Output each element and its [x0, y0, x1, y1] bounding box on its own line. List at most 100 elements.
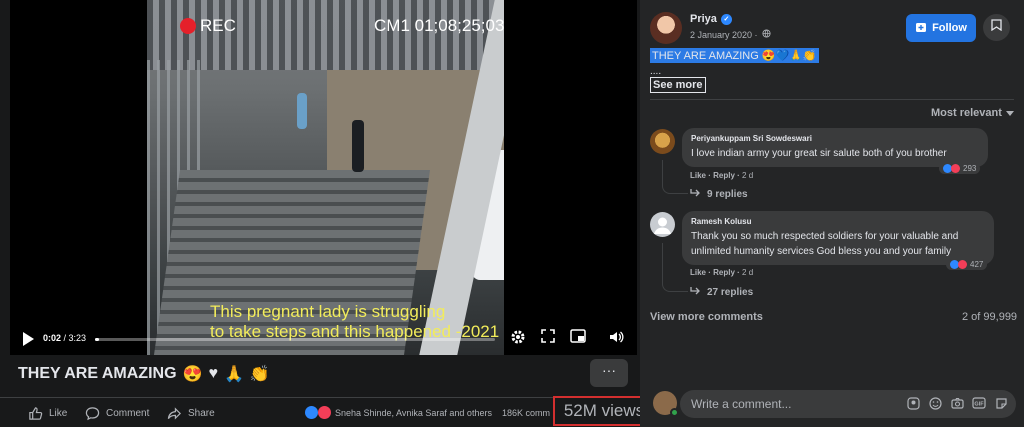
commenter-avatar[interactable]	[650, 129, 675, 154]
comment-like-link[interactable]: Like	[690, 171, 706, 180]
comment-reactions[interactable]: 427	[946, 259, 988, 270]
commenter-avatar-default[interactable]	[650, 212, 675, 237]
video-column: REC CM1 01;08;25;03 This pregnant lady i…	[0, 0, 655, 427]
comment-age[interactable]: 2 d	[742, 268, 753, 277]
video-person-soldier	[352, 120, 364, 172]
share-label: Share	[188, 408, 215, 419]
camera-icon[interactable]	[950, 397, 964, 411]
duration: / 3:23	[63, 333, 87, 343]
comment-reply-link[interactable]: Reply	[713, 171, 735, 180]
folded-hands-emoji-icon: 🙏	[223, 366, 244, 383]
chevron-down-icon	[1005, 110, 1014, 116]
divider	[650, 99, 1014, 100]
white-heart-emoji-icon: ♥	[208, 365, 218, 382]
author-name-row: Priya ✓	[690, 13, 732, 25]
sticker-icon[interactable]	[994, 397, 1008, 411]
comment-reply-link[interactable]: Reply	[713, 268, 735, 277]
share-button[interactable]: Share	[167, 406, 215, 421]
comment-meta: Like · Reply · 2 d	[690, 171, 754, 180]
comments-count[interactable]: 186K comm	[502, 408, 550, 418]
subtitle-line-1: This pregnant lady is struggling	[210, 302, 446, 321]
like-reaction-icon	[305, 406, 318, 419]
caption-ellipsis: ....	[650, 66, 662, 77]
sort-label: Most relevant	[931, 107, 1002, 119]
comment-button[interactable]: Comment	[85, 406, 149, 421]
video-person-woman	[297, 93, 307, 129]
like-button[interactable]: Like	[28, 406, 67, 421]
comment-like-link[interactable]: Like	[690, 268, 706, 277]
svg-text:GIF: GIF	[974, 402, 984, 408]
rec-dot-icon	[180, 18, 196, 34]
gif-icon[interactable]: GIF	[972, 397, 986, 411]
reply-arrow-icon	[690, 188, 701, 200]
thread-line	[662, 243, 688, 292]
thread-line	[662, 160, 688, 194]
replies-label: 9 replies	[707, 188, 748, 200]
emoji-icon[interactable]	[928, 397, 942, 411]
more-options-button[interactable]: ···	[590, 359, 628, 387]
settings-icon[interactable]	[508, 329, 528, 349]
globe-icon	[761, 29, 771, 40]
comment-text-line-2: unlimited humanity services God bless yo…	[691, 246, 952, 257]
progress-bar[interactable]	[95, 338, 495, 341]
video-controls: 0:02 / 3:23	[10, 326, 637, 355]
author-name[interactable]: Priya	[690, 13, 717, 25]
reactions-summary[interactable]: Sneha Shinde, Avnika Saraf and others 18…	[305, 406, 550, 419]
love-reaction-icon	[958, 260, 967, 269]
comment-bubble-icon	[85, 407, 100, 421]
reactors-text: Sneha Shinde, Avnika Saraf and others	[335, 407, 492, 418]
see-more-link[interactable]: See more	[650, 77, 706, 93]
reply-arrow-icon	[690, 286, 701, 298]
miniplayer-icon[interactable]	[568, 329, 588, 349]
comment-bubble: Periyankuppam Sri Sowdeswari I love indi…	[682, 128, 988, 167]
view-replies-button[interactable]: 27 replies	[690, 286, 753, 298]
rec-indicator: REC	[180, 16, 236, 36]
save-icon[interactable]	[983, 14, 1010, 41]
timecode-label: CM1 01;08;25;03	[374, 16, 505, 35]
add-page-icon	[915, 21, 927, 36]
author-avatar[interactable]	[650, 12, 682, 44]
comment-text: I love indian army your great sir salute…	[691, 148, 947, 159]
avatar-sticker-icon[interactable]	[906, 397, 920, 411]
post-title: THEY ARE AMAZING	[18, 365, 177, 382]
follow-button[interactable]: Follow	[906, 14, 976, 42]
progress-fill	[95, 338, 99, 341]
video-player[interactable]: REC CM1 01;08;25;03 This pregnant lady i…	[10, 0, 637, 355]
post-caption: THEY ARE AMAZING 😍💙🙏👏	[650, 48, 819, 63]
comment-text-line-1: Thank you so much respected soldiers for…	[691, 231, 959, 242]
verified-badge-icon: ✓	[720, 13, 732, 25]
like-label: Like	[49, 408, 68, 419]
comment-reactions[interactable]: 293	[939, 163, 981, 174]
commenter-name[interactable]: Periyankuppam Sri Sowdeswari	[691, 134, 979, 143]
share-arrow-icon	[167, 407, 181, 420]
comment-label: Comment	[106, 408, 150, 419]
post-date[interactable]: 2 January 2020 ·	[690, 30, 758, 40]
comments-position-count: 2 of 99,999	[962, 311, 1018, 323]
commenter-name[interactable]: Ramesh Kolusu	[691, 217, 985, 226]
facebook-video-page: REC CM1 01;08;25;03 This pregnant lady i…	[0, 0, 1024, 427]
reaction-count: 427	[970, 260, 984, 269]
comment-input[interactable]: Write a comment...	[680, 390, 1016, 418]
comment-bubble: Ramesh Kolusu Thank you so much respecte…	[682, 211, 994, 265]
post-actions: Like Comment Share Sneha Shinde, Avnika …	[0, 397, 640, 427]
follow-label: Follow	[932, 22, 967, 34]
reaction-count: 293	[963, 164, 977, 173]
current-time: 0:02	[43, 333, 62, 343]
post-title-row: THEY ARE AMAZING 😍 ♥ 🙏 👏	[18, 360, 270, 388]
online-status-icon	[670, 408, 679, 417]
video-time: 0:02 / 3:23	[43, 333, 86, 343]
fullscreen-expand-icon[interactable]	[538, 329, 558, 349]
volume-icon[interactable]	[606, 329, 626, 349]
comment-age[interactable]: 2 d	[742, 171, 753, 180]
comment-sort-dropdown[interactable]: Most relevant	[931, 107, 1014, 119]
play-icon[interactable]	[23, 332, 34, 346]
comments-panel: Priya ✓ 2 January 2020 · Follow THEY ARE…	[640, 0, 1024, 427]
view-more-comments-link[interactable]: View more comments	[650, 311, 763, 323]
heart-eyes-emoji-icon: 😍	[182, 366, 203, 383]
replies-label: 27 replies	[707, 286, 754, 298]
view-replies-button[interactable]: 9 replies	[690, 188, 748, 200]
clapping-hands-emoji-icon: 👏	[249, 366, 270, 383]
love-reaction-icon	[318, 406, 331, 419]
post-date-row: 2 January 2020 ·	[690, 29, 771, 40]
thumbs-up-icon	[29, 407, 43, 420]
